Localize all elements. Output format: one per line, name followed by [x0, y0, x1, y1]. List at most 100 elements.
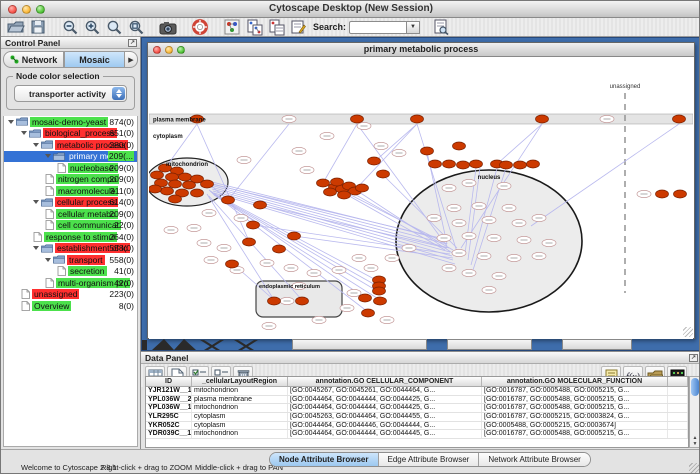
network-node-unselected[interactable]	[280, 297, 294, 304]
network-node-unselected[interactable]	[307, 269, 321, 276]
network-edge[interactable]	[531, 124, 679, 226]
tree-row-secretion[interactable]: secretion41(0)	[4, 266, 137, 278]
table-cell[interactable]: [GO:0016787, GO:0005215, GO:0003824, G..…	[482, 413, 668, 421]
network-node-selected[interactable]	[373, 287, 386, 295]
network-node-unselected[interactable]	[347, 289, 361, 296]
network-node-selected[interactable]	[296, 297, 309, 305]
tree-row-establishment-of-lo[interactable]: establishment of lo558(0)	[4, 243, 137, 255]
network-node-selected[interactable]	[674, 190, 687, 198]
network-node-unselected[interactable]	[374, 142, 388, 149]
network-node-selected[interactable]	[254, 201, 267, 209]
help-icon[interactable]	[189, 18, 211, 36]
network-node-unselected[interactable]	[312, 316, 326, 323]
network-node-selected[interactable]	[351, 115, 364, 123]
network-node-unselected[interactable]	[380, 316, 394, 323]
expand-triangle-icon[interactable]	[33, 246, 39, 250]
table-cell[interactable]	[668, 422, 688, 430]
column-header[interactable]: annotation.GO MOLECULAR_FUNCTION	[482, 377, 668, 386]
network-node-unselected[interactable]	[284, 264, 298, 271]
table-cell[interactable]	[668, 387, 688, 395]
tree-row-cellular-process[interactable]: cellular process614(0)	[4, 197, 137, 209]
tab-network-attribute-browser[interactable]: Network Attribute Browser	[479, 453, 589, 466]
network-node-unselected[interactable]	[502, 204, 516, 211]
expand-triangle-icon[interactable]	[33, 200, 39, 204]
zoom-fit-icon[interactable]	[103, 18, 125, 36]
window-resize-grip[interactable]	[689, 463, 699, 473]
background-window-sliver[interactable]	[292, 339, 427, 350]
tree-row-unassigned[interactable]: unassigned223(0)	[4, 289, 137, 301]
network-node-selected[interactable]	[338, 191, 351, 199]
annotation-icon[interactable]	[287, 18, 309, 36]
network-node-unselected[interactable]	[320, 132, 334, 139]
table-cell[interactable]	[668, 413, 688, 421]
network-node-unselected[interactable]	[352, 254, 366, 261]
network-node-selected[interactable]	[226, 260, 239, 268]
network-node-unselected[interactable]	[637, 190, 651, 197]
network-node-selected[interactable]	[247, 221, 260, 229]
table-cell[interactable]: [GO:0045267, GO:0045261, GO:0044464, G..…	[288, 387, 482, 395]
table-cell[interactable]	[668, 404, 688, 412]
network-node-selected[interactable]	[527, 160, 540, 168]
tree-row-overview[interactable]: Overview8(0)	[4, 300, 137, 312]
table-cell[interactable]: [GO:0016787, GO:0005488, GO:0005215, G..…	[482, 387, 668, 395]
table-cell[interactable]: [GO:0016787, GO:0005488, GO:0005215, G..…	[482, 404, 668, 412]
search-dropdown-icon[interactable]: ▼	[407, 21, 420, 34]
table-cell[interactable]	[668, 396, 688, 404]
network-canvas[interactable]: plasma membranecytoplasmmitochondrionnuc…	[149, 58, 693, 339]
network-node-selected[interactable]	[243, 238, 256, 246]
network-node-unselected[interactable]	[492, 272, 506, 279]
network-node-unselected[interactable]	[427, 214, 441, 221]
network-node-unselected[interactable]	[204, 256, 218, 263]
network-node-selected[interactable]	[673, 115, 686, 123]
network-node-selected[interactable]	[368, 157, 381, 165]
network-node-selected[interactable]	[191, 189, 204, 197]
table-cell[interactable]: [GO:0016787, GO:0005488, GO:0005215, G..…	[482, 396, 668, 404]
network-node-unselected[interactable]	[197, 239, 211, 246]
tab-network[interactable]: Network	[3, 51, 64, 68]
network-node-selected[interactable]	[470, 160, 483, 168]
network-node-unselected[interactable]	[442, 184, 456, 191]
network-node-selected[interactable]	[500, 161, 513, 169]
table-cell[interactable]: [GO:0044464, GO:0044444, GO:0044445, G..…	[288, 430, 482, 438]
network-node-unselected[interactable]	[532, 214, 546, 221]
network-node-unselected[interactable]	[532, 252, 546, 259]
table-cell[interactable]: [GO:0016787, GO:0005488, GO:0005215, G..…	[482, 430, 668, 438]
network-node-selected[interactable]	[288, 232, 301, 240]
table-cell[interactable]: YLR295C	[146, 413, 192, 421]
zoom-in-icon[interactable]	[81, 18, 103, 36]
network-node-selected[interactable]	[149, 185, 162, 193]
tree-row-cell-communicat[interactable]: cell communicat22(0)	[4, 220, 137, 232]
tree-row-metabolic-process[interactable]: metabolic process280(0)	[4, 139, 137, 151]
table-row[interactable]: YPL036W__2plasma membrane[GO:0044464, GO…	[146, 396, 688, 405]
network-node-unselected[interactable]	[282, 115, 296, 122]
zoom-out-icon[interactable]	[59, 18, 81, 36]
table-cell[interactable]: mitochondrion	[192, 404, 288, 412]
tree-row-primary-metabo[interactable]: primary metabo209(...	[4, 151, 137, 163]
network-node-unselected[interactable]	[477, 252, 491, 259]
network-node-unselected[interactable]	[517, 236, 531, 243]
background-window-sliver[interactable]	[562, 339, 632, 350]
network-node-selected[interactable]	[317, 179, 330, 187]
network-node-unselected[interactable]	[262, 322, 276, 329]
column-header[interactable]: ID	[146, 377, 192, 386]
table-cell[interactable]: cytoplasm	[192, 413, 288, 421]
network-node-unselected[interactable]	[472, 202, 486, 209]
network-node-selected[interactable]	[411, 115, 424, 123]
network-node-unselected[interactable]	[364, 264, 378, 271]
table-cell[interactable]: [GO:0044464, GO:0044444, GO:0044425, G..…	[288, 404, 482, 412]
expand-triangle-icon[interactable]	[8, 120, 14, 124]
network-node-unselected[interactable]	[332, 266, 346, 273]
tree-row-mosaic-demo-yeast[interactable]: mosaic-demo-yeast874(0)	[4, 116, 137, 128]
network-node-selected[interactable]	[362, 309, 375, 317]
node-color-dropdown[interactable]: transporter activity	[14, 85, 127, 102]
network-node-selected[interactable]	[453, 142, 466, 150]
network-node-unselected[interactable]	[482, 216, 496, 223]
scrollbar-arrows-icon[interactable]: ▲▼	[690, 435, 700, 447]
network-node-selected[interactable]	[183, 181, 196, 189]
tree-row-nitrogen-compo[interactable]: nitrogen compo209(0)	[4, 174, 137, 186]
tab-overflow-icon[interactable]: ▶	[125, 51, 138, 68]
network-node-unselected[interactable]	[300, 166, 314, 173]
table-cell[interactable]: plasma membrane	[192, 396, 288, 404]
network-node-unselected[interactable]	[600, 115, 614, 122]
column-header[interactable]: annotation.GO CELLULAR_COMPONENT	[288, 377, 482, 386]
